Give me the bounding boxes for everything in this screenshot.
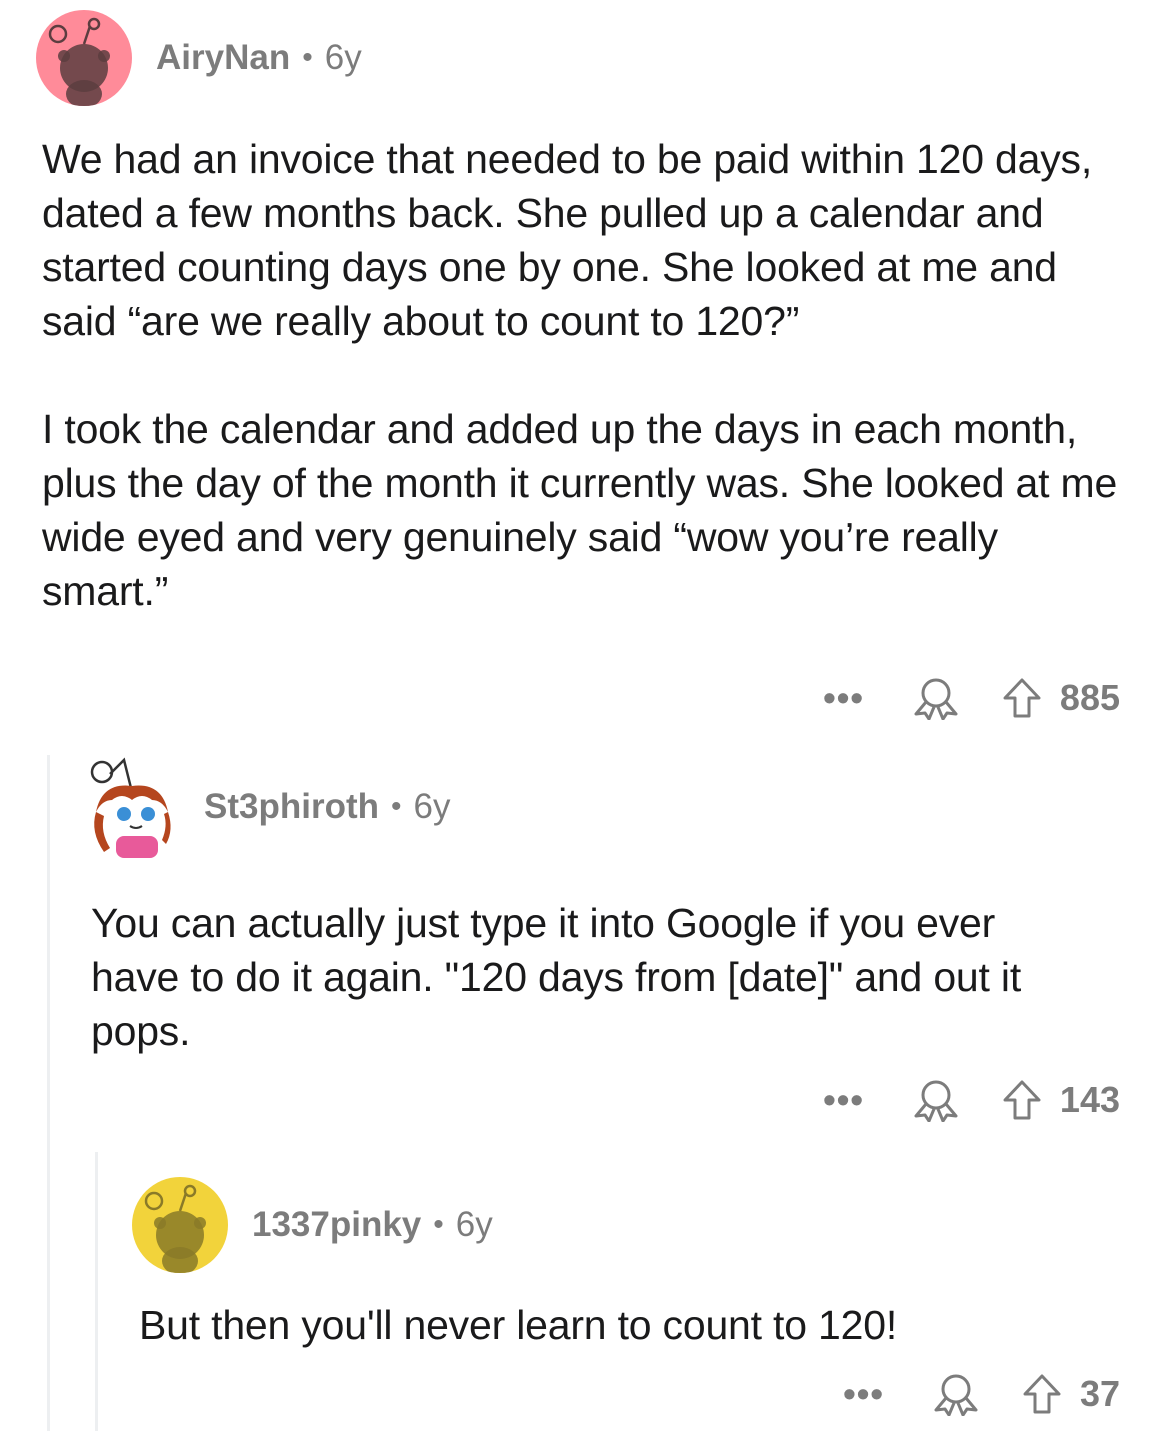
avatar[interactable] — [132, 1177, 228, 1273]
thread-line-level-2[interactable] — [95, 1152, 98, 1431]
more-options-icon[interactable]: ••• — [823, 1082, 864, 1118]
thread-line-level-1[interactable] — [47, 755, 50, 1431]
avatar[interactable] — [82, 752, 182, 862]
comment-meta: St3phiroth • 6y — [204, 787, 450, 827]
comment-age: 6y — [413, 787, 451, 826]
upvote-button[interactable]: 37 — [1022, 1373, 1120, 1415]
vote-score: 37 — [1079, 1373, 1120, 1414]
comment-paragraph: But then you'll never learn to count to … — [139, 1302, 898, 1348]
upvote-button[interactable]: 885 — [1002, 677, 1120, 719]
award-icon[interactable] — [912, 676, 960, 720]
comment-header: AiryNan • 6y — [36, 10, 362, 106]
comment-header: 1337pinky • 6y — [132, 1177, 493, 1273]
separator-dot: • — [390, 790, 402, 823]
upvote-icon — [1003, 678, 1041, 718]
vote-score: 885 — [1059, 677, 1120, 718]
snoo-avatar-icon — [48, 17, 110, 106]
upvote-icon — [1003, 1080, 1041, 1120]
username[interactable]: 1337pinky — [252, 1205, 421, 1245]
more-options-icon[interactable]: ••• — [823, 680, 864, 716]
comment-paragraph: You can actually just type it into Googl… — [91, 900, 1022, 1054]
award-icon[interactable] — [932, 1372, 980, 1416]
comment-actions: ••• 143 — [823, 1078, 1120, 1122]
comment-age: 6y — [455, 1205, 493, 1244]
avatar[interactable] — [36, 10, 132, 106]
comment-meta: 1337pinky • 6y — [252, 1205, 493, 1245]
comment-paragraph: I took the calendar and added up the day… — [42, 406, 1118, 614]
snoo-avatar-icon — [144, 1184, 206, 1273]
vote-score: 143 — [1059, 1079, 1120, 1120]
comment-actions: ••• 885 — [823, 676, 1120, 720]
comment-body: You can actually just type it into Googl… — [91, 896, 1091, 1058]
username[interactable]: AiryNan — [156, 38, 290, 78]
comment-paragraph: We had an invoice that needed to be paid… — [42, 136, 1093, 344]
separator-dot: • — [433, 1208, 444, 1241]
comment-meta: AiryNan • 6y — [156, 38, 362, 78]
comment-actions: ••• 37 — [843, 1372, 1120, 1416]
more-options-icon[interactable]: ••• — [843, 1376, 884, 1412]
separator-dot: • — [302, 41, 313, 74]
comment-header: St3phiroth • 6y — [82, 752, 450, 862]
award-icon[interactable] — [912, 1078, 960, 1122]
comment-age: 6y — [324, 38, 362, 77]
upvote-button[interactable]: 143 — [1002, 1079, 1120, 1121]
comment-body: We had an invoice that needed to be paid… — [42, 132, 1132, 618]
username[interactable]: St3phiroth — [204, 787, 379, 827]
upvote-icon — [1023, 1374, 1061, 1414]
snoo-avatar-icon — [90, 757, 177, 858]
comment-body: But then you'll never learn to count to … — [139, 1298, 1119, 1352]
